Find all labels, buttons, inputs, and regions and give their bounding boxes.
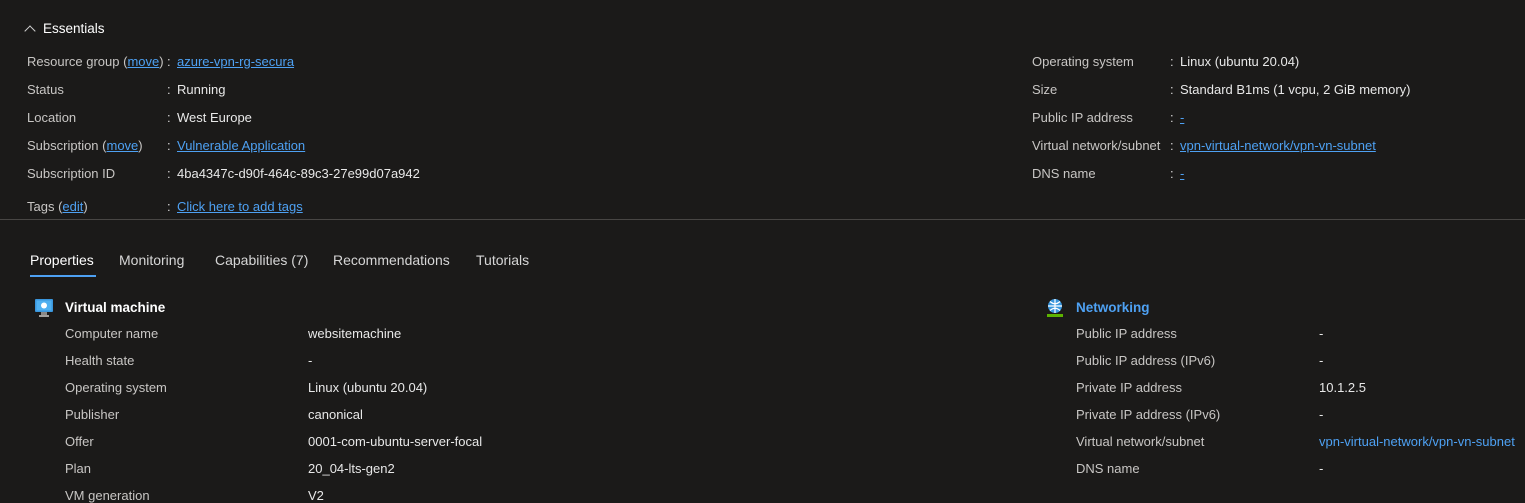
vm-row-value: V2: [308, 488, 324, 503]
net-row-value: -: [1319, 353, 1324, 368]
essentials-toggle[interactable]: Essentials: [24, 21, 105, 37]
colon: :: [1170, 54, 1174, 69]
networking-icon: [1045, 298, 1065, 318]
net-row-label: Virtual network/subnet: [1076, 434, 1205, 449]
resource-group-move-link[interactable]: move: [127, 54, 159, 69]
status-value: Running: [177, 82, 226, 97]
colon: :: [167, 199, 171, 214]
net-row-label: DNS name: [1076, 461, 1140, 476]
tab-tutorials[interactable]: Tutorials: [476, 252, 529, 268]
tab-properties[interactable]: Properties: [30, 252, 94, 268]
active-tab-indicator: [30, 275, 96, 277]
resource-group-label: Resource group (move): [27, 54, 164, 69]
net-row-value: -: [1319, 326, 1324, 341]
vm-row-label: Plan: [65, 461, 92, 476]
dns-link[interactable]: -: [1180, 166, 1184, 181]
os-label: Operating system: [1032, 54, 1134, 69]
colon: :: [1170, 138, 1174, 153]
colon: :: [1170, 82, 1174, 97]
tab-capabilities[interactable]: Capabilities (7): [215, 252, 308, 268]
net-vnet-link[interactable]: vpn-virtual-network/vpn-vn-subnet: [1319, 434, 1515, 449]
vm-row-value: -: [308, 353, 313, 368]
colon: :: [167, 166, 171, 181]
vm-row-value: websitemachine: [308, 326, 402, 341]
net-row-label: Private IP address (IPv6): [1076, 407, 1221, 422]
networking-title[interactable]: Networking: [1076, 300, 1150, 315]
tab-recommendations[interactable]: Recommendations: [333, 252, 450, 268]
net-row-label: Private IP address: [1076, 380, 1182, 395]
vm-row-label: Health state: [65, 353, 135, 368]
dns-label: DNS name: [1032, 166, 1096, 181]
resource-group-link[interactable]: azure-vpn-rg-secura: [177, 54, 294, 69]
colon: :: [167, 82, 171, 97]
colon: :: [167, 110, 171, 125]
size-value: Standard B1ms (1 vcpu, 2 GiB memory): [1180, 82, 1411, 97]
tags-label: Tags (edit): [27, 199, 88, 214]
os-value: Linux (ubuntu 20.04): [1180, 54, 1300, 69]
public-ip-link[interactable]: -: [1180, 110, 1184, 125]
vm-row-label: Offer: [65, 434, 94, 449]
section-divider: [0, 219, 1525, 220]
colon: :: [167, 138, 171, 153]
vnet-label: Virtual network/subnet: [1032, 138, 1161, 153]
vm-row-label: Computer name: [65, 326, 159, 341]
colon: :: [167, 54, 171, 69]
subscription-link[interactable]: Vulnerable Application: [177, 138, 305, 153]
net-row-label: Public IP address: [1076, 326, 1177, 341]
tab-monitoring[interactable]: Monitoring: [119, 252, 184, 268]
essentials-title: Essentials: [43, 21, 105, 36]
virtual-machine-icon: [34, 298, 54, 318]
vm-row-label: Operating system: [65, 380, 167, 395]
virtual-machine-title: Virtual machine: [65, 300, 166, 315]
location-value: West Europe: [177, 110, 252, 125]
size-label: Size: [1032, 82, 1058, 97]
subscription-label: Subscription (move): [27, 138, 143, 153]
chevron-up-icon: [24, 24, 36, 37]
vnet-link[interactable]: vpn-virtual-network/vpn-vn-subnet: [1180, 138, 1376, 153]
net-row-value: 10.1.2.5: [1319, 380, 1366, 395]
add-tags-link[interactable]: Click here to add tags: [177, 199, 303, 214]
net-row-value: -: [1319, 407, 1324, 422]
subscription-move-link[interactable]: move: [107, 138, 139, 153]
colon: :: [1170, 110, 1174, 125]
status-label: Status: [27, 82, 64, 97]
vm-row-label: Publisher: [65, 407, 120, 422]
net-row-value: -: [1319, 461, 1324, 476]
net-row-label: Public IP address (IPv6): [1076, 353, 1216, 368]
vm-row-label: VM generation: [65, 488, 150, 503]
tags-edit-link[interactable]: edit: [62, 199, 83, 214]
vm-row-value: canonical: [308, 407, 363, 422]
location-label: Location: [27, 110, 77, 125]
vm-row-value: 20_04-lts-gen2: [308, 461, 395, 476]
vm-row-value: Linux (ubuntu 20.04): [308, 380, 428, 395]
subscription-id-label: Subscription ID: [27, 166, 116, 181]
public-ip-label: Public IP address: [1032, 110, 1133, 125]
subscription-id-value: 4ba4347c-d90f-464c-89c3-27e99d07a942: [177, 166, 420, 181]
colon: :: [1170, 166, 1174, 181]
vm-row-value: 0001-com-ubuntu-server-focal: [308, 434, 483, 449]
